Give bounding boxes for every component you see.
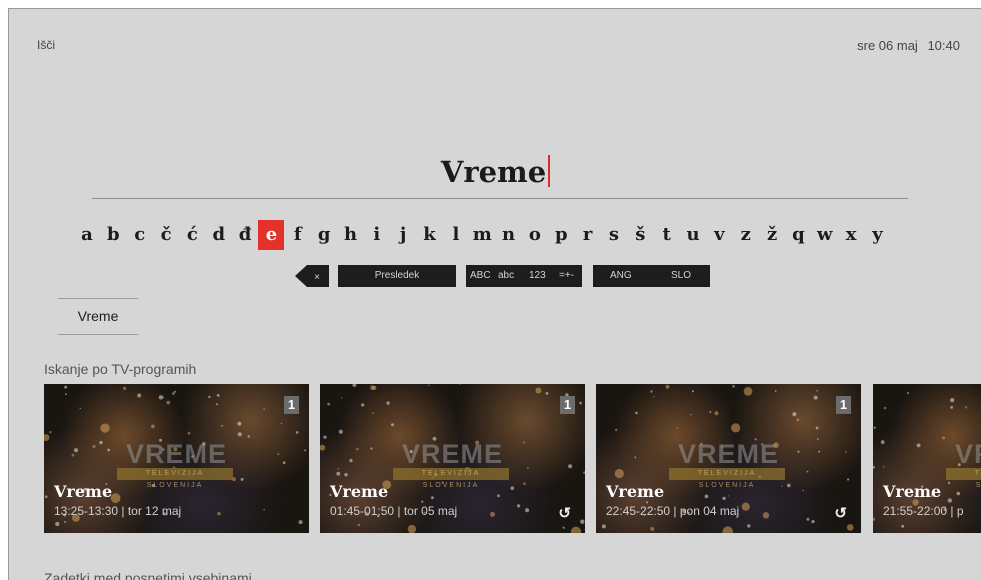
- key-j[interactable]: j: [390, 220, 416, 250]
- language-switch-key[interactable]: ANG SLO: [593, 265, 710, 287]
- program-tile[interactable]: VREME TELEVIZIJA SLOVENIJA 1 Vreme 13:25-13:…: [44, 384, 309, 533]
- clock: sre 06 maj 10:40: [851, 38, 960, 53]
- key-i[interactable]: i: [364, 220, 390, 250]
- channel-strip: TELEVIZIJA SLOVENIJA: [117, 468, 233, 489]
- key-č[interactable]: č: [153, 220, 179, 250]
- program-title: Vreme: [606, 482, 665, 501]
- search-screen: Išči sre 06 maj 10:40 Vreme abcčćdđefghi…: [8, 8, 981, 580]
- key-l[interactable]: l: [443, 220, 469, 250]
- key-ž[interactable]: ž: [759, 220, 785, 250]
- program-time: 21:55-22:00 | p: [883, 504, 964, 518]
- backspace-icon: ×: [295, 265, 329, 287]
- key-š[interactable]: š: [627, 220, 653, 250]
- key-n[interactable]: n: [496, 220, 522, 250]
- program-title: Vreme: [883, 482, 942, 501]
- program-tile[interactable]: VREME TELEVIZIJA SLOVENIJA 1 Vreme 01:45-01:…: [320, 384, 585, 533]
- mode-numeric[interactable]: 123: [529, 265, 546, 287]
- key-p[interactable]: p: [548, 220, 574, 250]
- key-z[interactable]: z: [733, 220, 759, 250]
- key-x[interactable]: x: [838, 220, 864, 250]
- key-q[interactable]: q: [785, 220, 811, 250]
- program-tile[interactable]: VREME TELEVIZIJA SLOVENIJA 1 Vreme 22:45-22:…: [596, 384, 861, 533]
- lang-slo[interactable]: SLO: [671, 265, 691, 287]
- key-w[interactable]: w: [812, 220, 838, 250]
- program-title: Vreme: [54, 482, 113, 501]
- key-ć[interactable]: ć: [179, 220, 205, 250]
- key-e[interactable]: e: [258, 220, 285, 250]
- program-title: Vreme: [330, 482, 389, 501]
- channel-strip: TELEVIZIJA SLOVENIJA: [669, 468, 785, 489]
- key-g[interactable]: g: [311, 220, 337, 250]
- mode-switch-key[interactable]: ABC abc 123 =+-: [466, 265, 582, 287]
- time-label: 10:40: [927, 38, 960, 53]
- replay-icon: ↺: [558, 505, 571, 522]
- channel-number-badge: 1: [560, 396, 575, 414]
- lang-ang[interactable]: ANG: [610, 265, 632, 287]
- program-tile[interactable]: VREMETELEVIZIJA SLOVENIJAVreme 21:55-22:0…: [873, 384, 981, 533]
- key-y[interactable]: y: [865, 220, 891, 250]
- key-f[interactable]: f: [285, 220, 311, 250]
- program-time: 01:45-01:50 | tor 05 maj: [330, 504, 458, 518]
- channel-number-badge: 1: [284, 396, 299, 414]
- key-k[interactable]: k: [417, 220, 443, 250]
- key-o[interactable]: o: [522, 220, 548, 250]
- channel-strip: TELEVIZIJA SLOVENIJA: [946, 468, 981, 489]
- space-key[interactable]: Presledek: [338, 265, 456, 287]
- mode-symbols[interactable]: =+-: [559, 265, 574, 287]
- date-label: sre 06 maj: [857, 38, 918, 53]
- key-h[interactable]: h: [338, 220, 364, 250]
- key-u[interactable]: u: [680, 220, 706, 250]
- key-a[interactable]: a: [74, 220, 100, 250]
- space-key-label: Presledek: [374, 270, 420, 281]
- key-s[interactable]: s: [601, 220, 627, 250]
- channel-number-badge: 1: [836, 396, 851, 414]
- text-cursor: [548, 155, 551, 187]
- program-logo: VREME: [954, 439, 981, 469]
- mode-abc-lower[interactable]: abc: [498, 265, 514, 287]
- program-logo: VREME: [401, 439, 504, 469]
- program-logo: VREME: [125, 439, 228, 469]
- program-time: 13:25-13:30 | tor 12 maj: [54, 504, 182, 518]
- key-v[interactable]: v: [706, 220, 732, 250]
- suggestion-item[interactable]: Vreme: [58, 298, 138, 335]
- search-query-text: Vreme: [440, 155, 547, 189]
- channel-strip: TELEVIZIJA SLOVENIJA: [393, 468, 509, 489]
- key-d[interactable]: d: [206, 220, 232, 250]
- key-t[interactable]: t: [654, 220, 680, 250]
- search-underline: [92, 198, 908, 199]
- key-r[interactable]: r: [575, 220, 601, 250]
- mode-abc-upper[interactable]: ABC: [470, 265, 491, 287]
- search-input[interactable]: Vreme: [9, 155, 981, 189]
- program-time: 22:45-22:50 | pon 04 maj: [606, 504, 740, 518]
- key-c[interactable]: c: [127, 220, 153, 250]
- key-b[interactable]: b: [100, 220, 126, 250]
- page-title: Išči: [37, 38, 55, 52]
- key-m[interactable]: m: [469, 220, 495, 250]
- backspace-symbol: ×: [314, 272, 320, 283]
- key-đ[interactable]: đ: [232, 220, 258, 250]
- backspace-key[interactable]: ×: [295, 265, 329, 287]
- section-title-tv: Iskanje po TV-programih: [44, 361, 197, 377]
- program-logo: VREME: [677, 439, 780, 469]
- replay-icon: ↺: [834, 505, 847, 522]
